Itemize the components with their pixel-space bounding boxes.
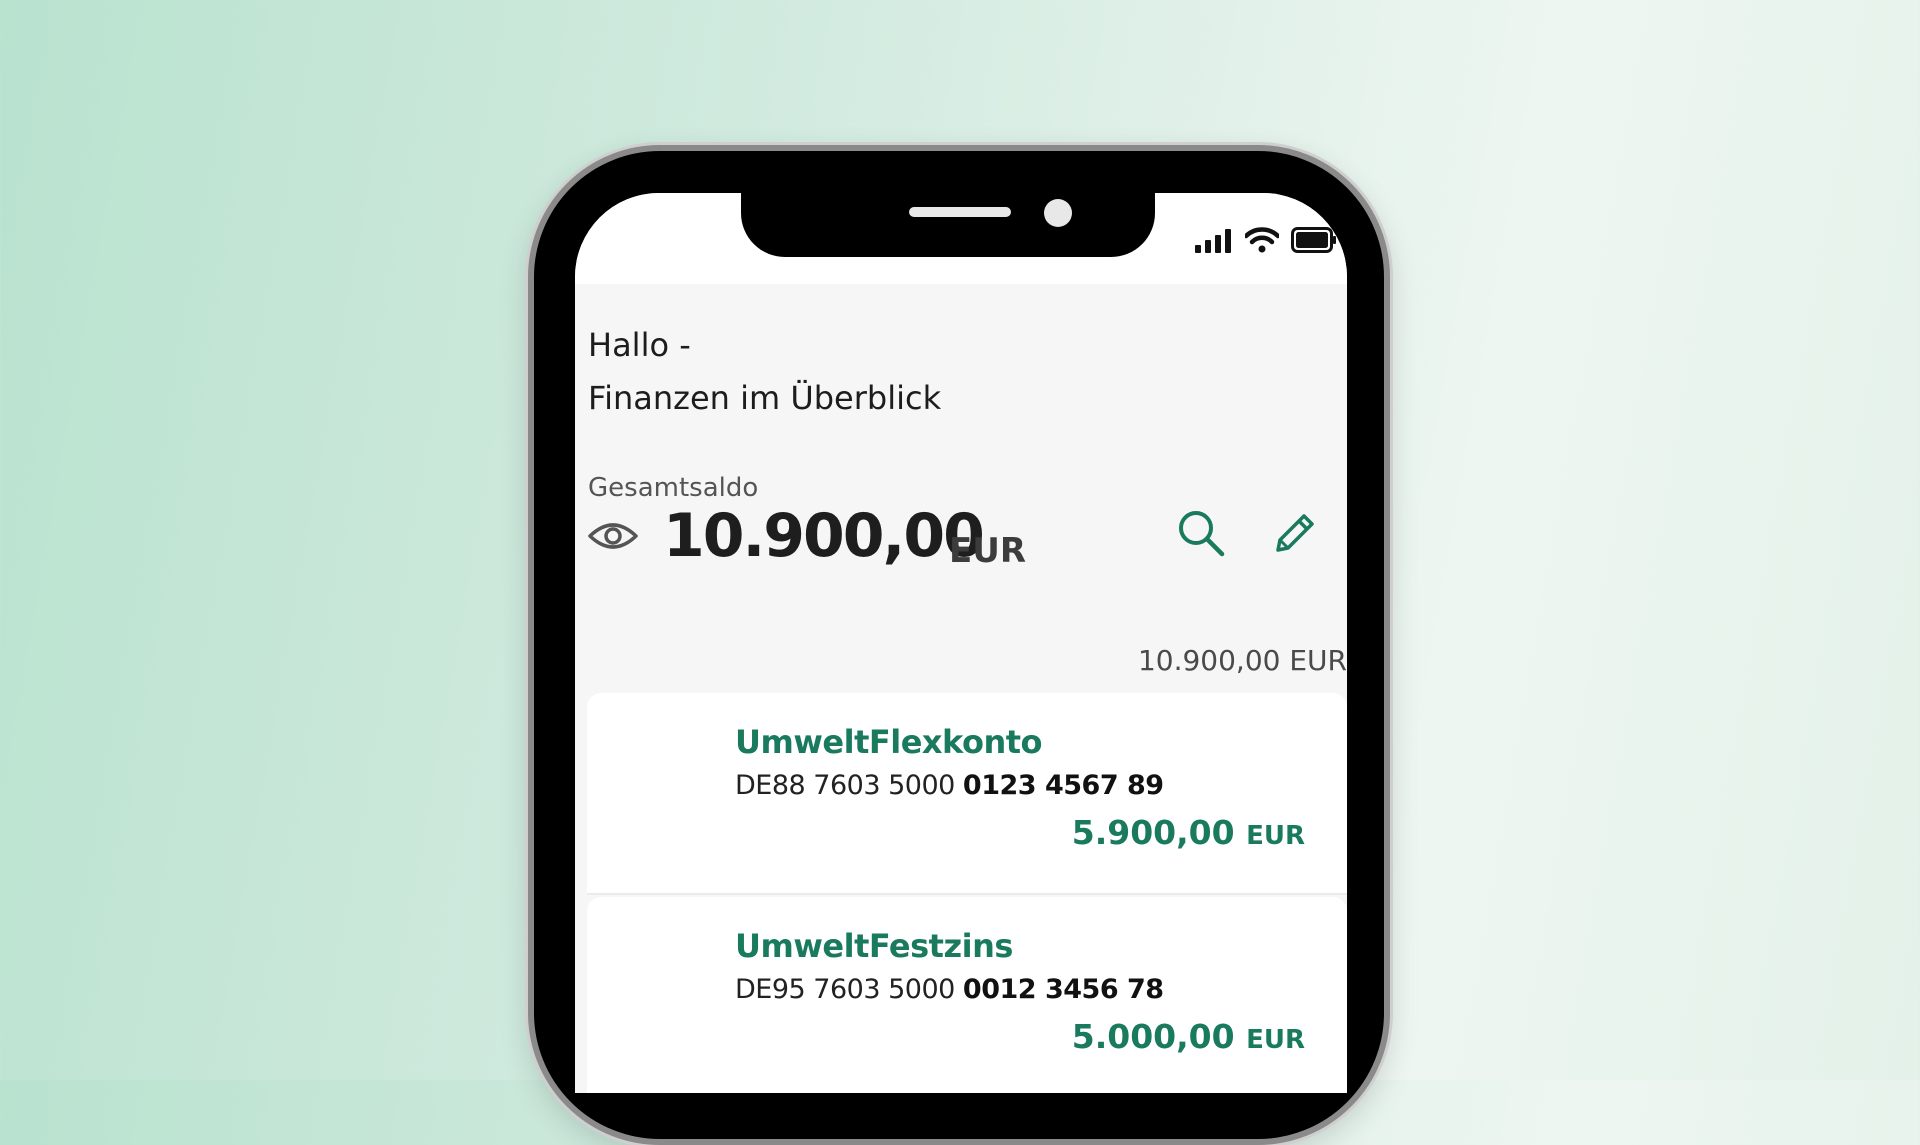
status-bar bbox=[575, 193, 1347, 284]
iban-prefix: DE88 7603 5000 bbox=[735, 770, 955, 801]
iban-account-number: 0123 4567 89 bbox=[962, 770, 1164, 801]
account-iban: DE88 7603 5000 0123 4567 89 bbox=[735, 770, 1164, 801]
account-card[interactable]: UmweltFestzins DE95 7603 5000 0012 3456 … bbox=[587, 897, 1347, 1093]
speaker bbox=[909, 207, 1011, 217]
account-amount-currency: EUR bbox=[1246, 1025, 1305, 1055]
greeting-line-1: Hallo - bbox=[588, 326, 691, 364]
account-name: UmweltFlexkonto bbox=[735, 723, 1043, 761]
search-button[interactable] bbox=[1173, 505, 1229, 561]
account-iban: DE95 7603 5000 0012 3456 78 bbox=[735, 974, 1164, 1005]
account-amount-value: 5.000,00 bbox=[1071, 1017, 1235, 1056]
signal-icon bbox=[1195, 229, 1231, 253]
wifi-icon bbox=[1245, 227, 1279, 253]
account-name: UmweltFestzins bbox=[735, 927, 1013, 965]
account-card[interactable]: UmweltFlexkonto DE88 7603 5000 0123 4567… bbox=[587, 693, 1347, 895]
account-amount-currency: EUR bbox=[1246, 821, 1305, 851]
total-balance-amount: 10.900,00 bbox=[663, 501, 985, 571]
account-amount: 5.000,00 EUR bbox=[1072, 1017, 1305, 1056]
search-icon bbox=[1179, 511, 1225, 557]
account-amount-value: 5.900,00 bbox=[1071, 813, 1235, 852]
status-icons bbox=[1195, 223, 1337, 253]
greeting-line-2: Finanzen im Überblick bbox=[588, 379, 942, 417]
total-balance-label: Gesamtsaldo bbox=[588, 473, 759, 503]
phone-screen: Hallo - Finanzen im Überblick Gesamtsald… bbox=[575, 193, 1347, 1093]
iban-prefix: DE95 7603 5000 bbox=[735, 974, 955, 1005]
toggle-visibility-button[interactable] bbox=[587, 518, 639, 558]
accounts-subtotal: 10.900,00 EUR bbox=[1137, 644, 1347, 677]
edit-pencil-icon bbox=[1276, 514, 1314, 552]
edit-button[interactable] bbox=[1267, 505, 1323, 561]
iban-account-number: 0012 3456 78 bbox=[962, 974, 1164, 1005]
battery-icon bbox=[1291, 227, 1336, 253]
camera bbox=[1044, 199, 1072, 227]
total-balance-currency: EUR bbox=[949, 531, 1027, 571]
account-amount: 5.900,00 EUR bbox=[1072, 813, 1305, 852]
notch bbox=[741, 193, 1155, 257]
eye-icon bbox=[588, 523, 638, 549]
